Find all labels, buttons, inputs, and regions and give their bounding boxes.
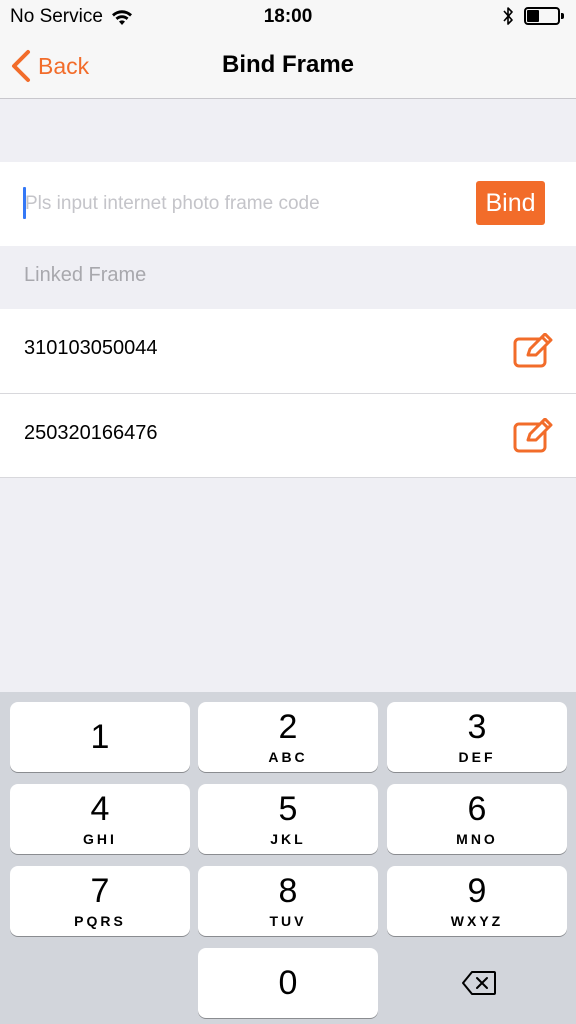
status-bar: No Service 18:00 [0,0,576,32]
key-letters: ABC [268,749,308,765]
delete-backspace-icon [462,971,496,995]
key-7[interactable]: 7 PQRS [10,866,190,936]
key-6[interactable]: 6 MNO [387,784,567,854]
key-9[interactable]: 9 WXYZ [387,866,567,936]
nav-bar: Back Bind Frame [0,32,576,99]
key-3[interactable]: 3 DEF [387,702,567,772]
section-header-linked-frame: Linked Frame [24,264,147,286]
key-1[interactable]: 1 [10,702,190,772]
key-digit: 3 [467,708,487,746]
key-4[interactable]: 4 GHI [10,784,190,854]
frame-code-label: 310103050044 [24,337,158,359]
key-letters: JKL [270,831,306,847]
edit-icon[interactable] [512,418,554,454]
key-5[interactable]: 5 JKL [198,784,378,854]
key-digit: 4 [90,790,110,828]
key-digit: 9 [467,872,487,910]
key-letters: GHI [83,831,117,847]
key-8[interactable]: 8 TUV [198,866,378,936]
key-digit: 7 [90,872,110,910]
delete-key[interactable] [387,948,567,1018]
battery-icon [524,7,564,25]
key-digit: 8 [278,872,298,910]
edit-icon[interactable] [512,333,554,369]
key-letters: PQRS [74,913,126,929]
key-digit: 2 [278,708,298,746]
bind-button[interactable]: Bind [476,181,545,225]
key-digit: 1 [90,718,110,756]
key-letters: WXYZ [450,913,504,929]
frame-code-input[interactable] [25,186,455,222]
key-letters: MNO [456,831,498,847]
status-time: 18:00 [263,6,313,27]
list-item: 310103050044 [0,309,576,393]
frame-code-label: 250320166476 [24,422,158,444]
status-right [502,6,564,26]
linked-frame-list: 310103050044 250320166476 [0,309,576,478]
bluetooth-icon [503,7,513,25]
page-title: Bind Frame [221,51,355,78]
key-digit: 5 [278,790,298,828]
key-0[interactable]: 0 [198,948,378,1018]
key-2[interactable]: 2 ABC [198,702,378,772]
key-letters: DEF [458,749,496,765]
list-item: 250320166476 [0,393,576,477]
key-digit: 0 [278,964,298,1002]
key-digit: 6 [467,790,487,828]
key-letters: TUV [269,913,307,929]
